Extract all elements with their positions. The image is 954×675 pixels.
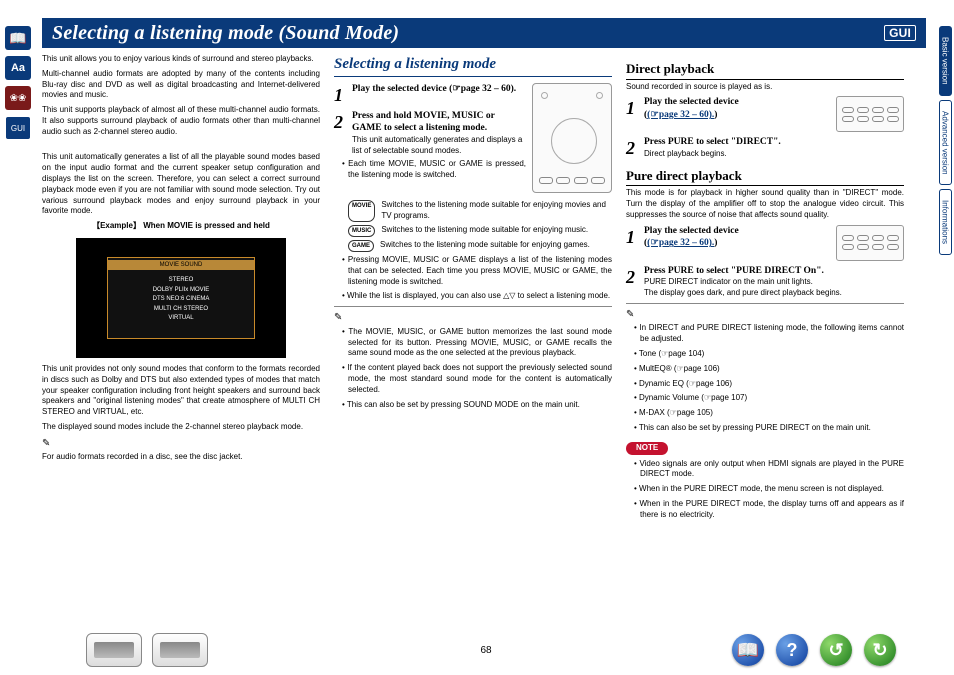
pure-step-2: 2 Press PURE to select "PURE DIRECT On".… xyxy=(626,265,904,299)
adjust-item: • Dynamic Volume (☞page 107) xyxy=(634,393,904,404)
pencil-icon: ✎ xyxy=(334,311,612,325)
example-header: MOVIE SOUND xyxy=(108,260,254,270)
gui-badge: GUI xyxy=(884,25,916,41)
example-item: MULTI CH STEREO xyxy=(108,305,254,315)
adjust-item: • Dynamic EQ (☞page 106) xyxy=(634,379,904,390)
direct-step-2: 2 Press PURE to select "DIRECT".Direct p… xyxy=(626,136,904,160)
left-icon-rail: 📖 Aa ❀❀ GUI xyxy=(0,0,36,675)
pure-intro: This mode is for playback in higher soun… xyxy=(626,188,904,220)
direct-intro: Sound recorded in source is played as is… xyxy=(626,82,904,93)
music-icon: MUSIC xyxy=(348,225,375,237)
note-bullet: • If the content played back does not su… xyxy=(342,363,612,395)
example-screenshot: MOVIE SOUND STEREO DOLBY PLIIx MOVIE DTS… xyxy=(76,238,286,358)
step-1: 1 Play the selected device (☞page 32 – 6… xyxy=(334,83,526,107)
glossary-icon[interactable]: Aa xyxy=(5,56,31,80)
column-2: Selecting a listening mode 1 Play the se… xyxy=(334,54,612,525)
tab-basic[interactable]: Basic version xyxy=(939,26,952,96)
remote-small-diagram xyxy=(836,96,904,132)
note-item: • Video signals are only output when HDM… xyxy=(634,459,904,481)
example-label: 【Example】 When MOVIE is pressed and held xyxy=(42,221,320,232)
direct-step-1: 1 Play the selected device((☞page 32 – 6… xyxy=(626,96,830,122)
movie-icon: MOVIE xyxy=(348,200,375,222)
pure-step-1: 1 Play the selected device((☞page 32 – 6… xyxy=(626,225,830,251)
adjust-item: • MultEQ® (☞page 106) xyxy=(634,364,904,375)
device-rear-button[interactable] xyxy=(152,633,208,667)
adjust-item: • M-DAX (☞page 105) xyxy=(634,408,904,419)
remote-diagram xyxy=(532,83,612,193)
mode-row-music: MUSICSwitches to the listening mode suit… xyxy=(348,225,612,237)
page-footer: 68 📖 ? ↺ ↻ xyxy=(36,633,936,667)
page-title-bar: Selecting a listening mode (Sound Mode) … xyxy=(42,18,926,48)
contents-icon[interactable]: 📖 xyxy=(732,634,764,666)
prev-page-icon[interactable]: ↺ xyxy=(820,634,852,666)
example-item: DTS NEO:6 CINEMA xyxy=(108,295,254,305)
symbol-icon[interactable]: ❀❀ xyxy=(5,86,31,110)
right-tab-rail: Basic version Advanced version Informati… xyxy=(936,0,954,675)
note-bullet: • This can also be set by pressing SOUND… xyxy=(342,400,612,411)
pencil-icon: ✎ xyxy=(626,308,904,322)
game-icon: GAME xyxy=(348,240,374,252)
intro-p4: This unit automatically generates a list… xyxy=(42,152,320,217)
intro-p7: For audio formats recorded in a disc, se… xyxy=(42,452,320,463)
intro-p5: This unit provides not only sound modes … xyxy=(42,364,320,418)
tab-info[interactable]: Informations xyxy=(939,189,952,255)
bullet: • Pressing MOVIE, MUSIC or GAME displays… xyxy=(342,255,612,287)
help-icon[interactable]: ? xyxy=(776,634,808,666)
adjust-item: • Tone (☞page 104) xyxy=(634,349,904,360)
note-badge: NOTE xyxy=(626,442,668,455)
column-3: Direct playback Sound recorded in source… xyxy=(626,54,904,525)
page-number: 68 xyxy=(480,645,491,656)
gui-icon[interactable]: GUI xyxy=(5,116,31,140)
column-1: This unit allows you to enjoy various ki… xyxy=(42,54,320,525)
intro-p6: The displayed sound modes include the 2-… xyxy=(42,422,320,433)
note-item: • When in the PURE DIRECT mode, the disp… xyxy=(634,499,904,521)
tab-advanced[interactable]: Advanced version xyxy=(939,100,952,186)
section-subhead: Selecting a listening mode xyxy=(334,54,612,77)
device-front-button[interactable] xyxy=(86,633,142,667)
step-2: 2 Press and hold MOVIE, MUSIC or GAME to… xyxy=(334,110,526,157)
bullet: • While the list is displayed, you can a… xyxy=(342,291,612,302)
adjust-intro: • In DIRECT and PURE DIRECT listening mo… xyxy=(634,323,904,345)
main-content: Selecting a listening mode (Sound Mode) … xyxy=(36,0,936,675)
page-title: Selecting a listening mode (Sound Mode) xyxy=(52,22,399,45)
next-page-icon[interactable]: ↻ xyxy=(864,634,896,666)
mode-row-game: GAMESwitches to the listening mode suita… xyxy=(348,240,612,252)
pure-heading: Pure direct playback xyxy=(626,167,904,187)
intro-p3: This unit supports playback of almost al… xyxy=(42,105,320,137)
example-item: VIRTUAL xyxy=(108,314,254,324)
pencil-icon: ✎ xyxy=(42,437,320,451)
note-bullet: • The MOVIE, MUSIC, or GAME button memor… xyxy=(342,327,612,359)
intro-p2: Multi-channel audio formats are adopted … xyxy=(42,69,320,101)
mode-row-movie: MOVIESwitches to the listening mode suit… xyxy=(348,200,612,222)
example-item: DOLBY PLIIx MOVIE xyxy=(108,286,254,296)
book-icon[interactable]: 📖 xyxy=(5,26,31,50)
note-item: • When in the PURE DIRECT mode, the menu… xyxy=(634,484,904,495)
example-item: STEREO xyxy=(108,276,254,286)
also-set: • This can also be set by pressing PURE … xyxy=(634,423,904,434)
remote-small-diagram xyxy=(836,225,904,261)
intro-p1: This unit allows you to enjoy various ki… xyxy=(42,54,320,65)
direct-heading: Direct playback xyxy=(626,60,904,80)
